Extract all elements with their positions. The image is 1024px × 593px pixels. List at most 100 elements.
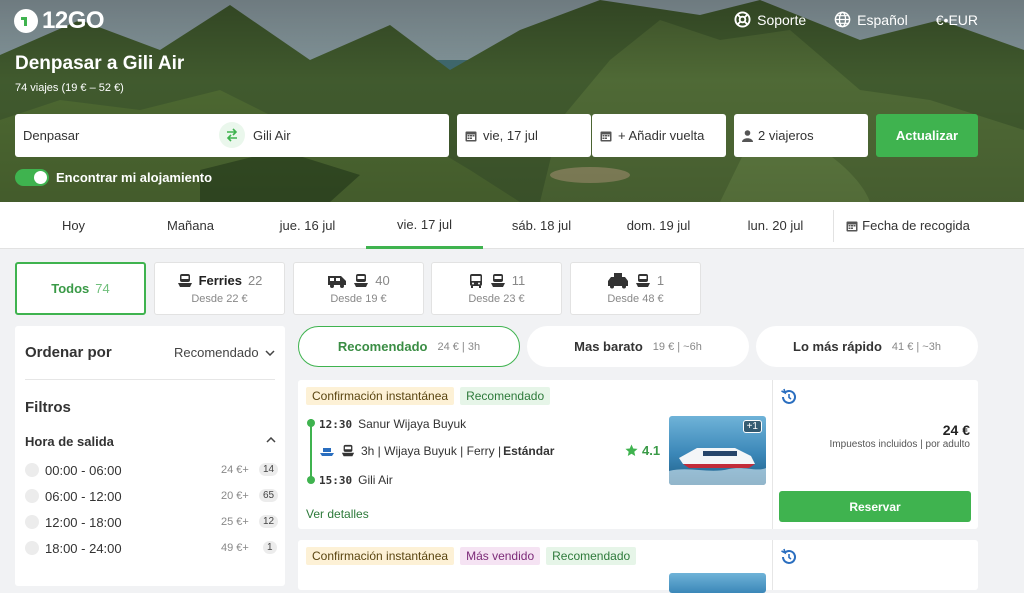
transport-tab-ferries[interactable]: Ferries 22 Desde 22 € bbox=[154, 262, 285, 315]
sort-tab-cheapest[interactable]: Mas barato 19 € | ~6h bbox=[527, 326, 749, 367]
language-label: Español bbox=[857, 11, 908, 28]
date-tab-jul18[interactable]: sáb. 18 jul bbox=[483, 202, 600, 249]
sort-tab-meta: 19 € | ~6h bbox=[652, 340, 702, 353]
time-slot-filter[interactable]: 18:00 - 24:00 49 €+ 1 bbox=[25, 539, 277, 559]
time-slot-filter[interactable]: 06:00 - 12:00 20 €+ 65 bbox=[25, 487, 279, 507]
support-link[interactable]: Soporte bbox=[734, 11, 806, 28]
departure: 12:30 Sanur Wijaya Buyuk bbox=[319, 417, 466, 431]
book-button[interactable]: Reservar bbox=[779, 491, 971, 522]
travelers-value: 2 viajeros bbox=[758, 128, 814, 143]
date-tab-jul16[interactable]: jue. 16 jul bbox=[249, 202, 366, 249]
route-dot bbox=[307, 419, 315, 427]
price-note: Impuestos incluidos | por adulto bbox=[829, 439, 970, 450]
transport-tab-label: Todos bbox=[51, 281, 90, 296]
slot-count: 14 bbox=[259, 463, 279, 476]
arrival: 15:30 Gili Air bbox=[319, 473, 393, 487]
history-icon[interactable] bbox=[780, 388, 798, 406]
return-value: + Añadir vuelta bbox=[618, 128, 705, 143]
details-link[interactable]: Ver detalles bbox=[306, 507, 369, 521]
lifebuoy-icon bbox=[734, 11, 751, 28]
ferry-photo[interactable] bbox=[669, 573, 766, 593]
divider bbox=[833, 210, 834, 242]
logo-icon bbox=[14, 9, 38, 33]
slot-checkbox[interactable] bbox=[25, 489, 39, 503]
time-slot-filter[interactable]: 12:00 - 18:00 25 €+ 12 bbox=[25, 513, 279, 533]
return-field[interactable]: + Añadir vuelta bbox=[592, 114, 726, 157]
date-tab-tomorrow[interactable]: Mañana bbox=[132, 202, 249, 249]
slot-price: 24 €+ bbox=[221, 464, 249, 476]
chevron-up-icon[interactable] bbox=[266, 437, 276, 443]
currency-selector[interactable]: €•EUR bbox=[936, 12, 978, 28]
update-button[interactable]: Actualizar bbox=[876, 114, 978, 157]
transport-tab-price: Desde 48 € bbox=[607, 292, 664, 305]
transport-tab-bus-ferry[interactable]: 11 Desde 23 € bbox=[431, 262, 562, 315]
departure-station: Sanur Wijaya Buyuk bbox=[358, 417, 467, 431]
accommodation-toggle[interactable] bbox=[15, 169, 49, 186]
transport-tab-price: Desde 23 € bbox=[468, 292, 525, 305]
pickup-date-button[interactable]: Fecha de recogida bbox=[838, 202, 978, 249]
sort-dropdown[interactable]: Recomendado bbox=[174, 345, 275, 360]
badge-row: Confirmación instantánea Más vendido Recom… bbox=[306, 547, 642, 565]
badge-instant-confirmation: Confirmación instantánea bbox=[306, 547, 455, 565]
ferry-icon bbox=[635, 273, 651, 289]
person-icon bbox=[742, 129, 753, 142]
date-tab-jul19[interactable]: dom. 19 jul bbox=[600, 202, 717, 249]
logo-text: 12GO bbox=[42, 7, 105, 34]
travelers-field[interactable]: 2 viajeros bbox=[734, 114, 868, 157]
transport-tab-all[interactable]: Todos 74 bbox=[15, 262, 146, 315]
slot-range: 12:00 - 18:00 bbox=[45, 515, 122, 530]
route-line bbox=[310, 419, 312, 483]
slot-checkbox[interactable] bbox=[25, 515, 39, 529]
rating: 4.1 bbox=[625, 443, 660, 458]
currency-label: €•EUR bbox=[935, 11, 978, 28]
transport-tab-count: 1 bbox=[656, 273, 665, 288]
sort-by-label: Ordenar por bbox=[25, 344, 112, 361]
from-input[interactable]: Denpasar bbox=[23, 128, 79, 143]
slot-checkbox[interactable] bbox=[25, 541, 39, 555]
date-tabs: Hoy Mañana jue. 16 jul vie. 17 jul sáb. … bbox=[0, 202, 1024, 249]
slot-range: 06:00 - 12:00 bbox=[45, 489, 122, 504]
sort-tab-fastest[interactable]: Lo más rápido 41 € | ~3h bbox=[756, 326, 978, 367]
departure-time-title: Hora de salida bbox=[25, 434, 114, 449]
sort-tab-recommended[interactable]: Recomendado 24 € | 3h bbox=[298, 326, 520, 367]
transport-tab-price: Desde 19 € bbox=[330, 292, 387, 305]
filters-sidebar: Ordenar por Recomendado Filtros Hora de … bbox=[15, 326, 285, 586]
calendar-icon bbox=[465, 130, 477, 142]
to-input[interactable]: Gili Air bbox=[253, 128, 291, 143]
globe-icon bbox=[834, 11, 851, 28]
slot-checkbox[interactable] bbox=[25, 463, 39, 477]
slot-price: 49 €+ bbox=[221, 542, 249, 554]
date-tab-jul17[interactable]: vie. 17 jul bbox=[366, 202, 483, 249]
language-selector[interactable]: Español bbox=[834, 11, 908, 28]
transport-tab-van-ferry[interactable]: 40 Desde 19 € bbox=[293, 262, 424, 315]
divider bbox=[772, 540, 773, 590]
photo-count: +1 bbox=[742, 420, 762, 433]
date-tab-jul20[interactable]: lun. 20 jul bbox=[717, 202, 834, 249]
ferry-icon bbox=[490, 273, 506, 289]
date-value: vie, 17 jul bbox=[483, 128, 538, 143]
slot-price: 20 €+ bbox=[221, 490, 249, 502]
star-icon bbox=[625, 444, 638, 457]
sort-dropdown-value: Recomendado bbox=[174, 345, 259, 360]
slot-count: 65 bbox=[259, 489, 279, 502]
ferry-photo[interactable]: +1 bbox=[669, 416, 766, 485]
slot-count: 12 bbox=[259, 515, 279, 528]
transport-tab-count: 11 bbox=[511, 273, 526, 288]
time-slot-filter[interactable]: 00:00 - 06:00 24 €+ 14 bbox=[25, 461, 279, 481]
ferry-icon bbox=[353, 273, 369, 289]
trip-card: Confirmación instantánea Recomendado 12:3… bbox=[298, 380, 978, 529]
date-field[interactable]: vie, 17 jul bbox=[457, 114, 591, 157]
divider bbox=[772, 380, 773, 529]
trip-details: 3h | Wijaya Buyuk | Ferry | Estándar bbox=[319, 444, 554, 458]
chevron-down-icon bbox=[265, 349, 275, 356]
swap-button[interactable] bbox=[219, 122, 245, 148]
transport-tab-taxi-ferry[interactable]: 1 Desde 48 € bbox=[570, 262, 701, 315]
transport-tab-count: 22 bbox=[247, 273, 263, 288]
trip-card: Confirmación instantánea Más vendido Recom… bbox=[298, 540, 978, 593]
ferry-icon bbox=[177, 273, 193, 289]
history-icon[interactable] bbox=[780, 548, 798, 566]
accommodation-toggle-label: Encontrar mi alojamiento bbox=[56, 170, 213, 185]
badge-instant-confirmation: Confirmación instantánea bbox=[306, 387, 455, 405]
date-tab-today[interactable]: Hoy bbox=[15, 202, 132, 249]
logo[interactable]: 12GO bbox=[14, 7, 105, 35]
